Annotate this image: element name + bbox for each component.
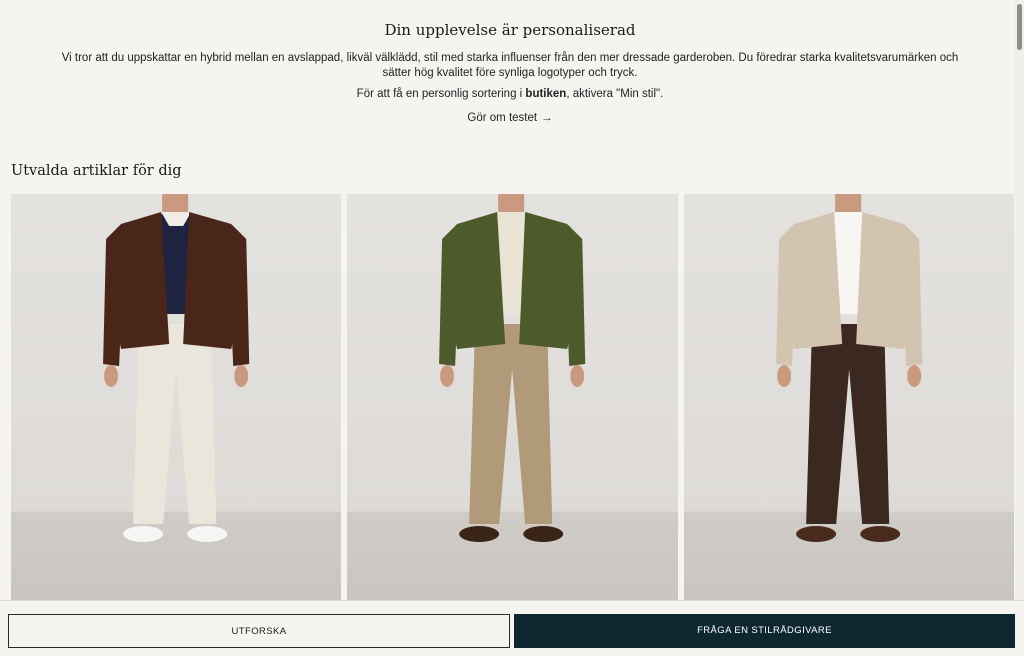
model-photo <box>775 194 922 542</box>
hand-right <box>906 365 921 387</box>
cta-shop-link[interactable]: butiken <box>525 88 566 100</box>
model-photo <box>439 194 586 542</box>
redo-test-label: Gör om testet <box>467 112 538 124</box>
scrollbar[interactable] <box>1015 0 1024 600</box>
shoe-left <box>123 526 164 542</box>
pants <box>805 324 889 524</box>
hand-right <box>234 365 249 387</box>
sleeve-right <box>901 224 922 366</box>
pants <box>133 324 217 524</box>
pants <box>469 324 553 524</box>
hand-left <box>104 365 119 387</box>
shoe-right <box>523 526 564 542</box>
product-grid <box>11 194 1014 600</box>
shoe-left <box>795 526 836 542</box>
shoe-right <box>187 526 228 542</box>
intro-description: Vi tror att du uppskattar en hybrid mell… <box>61 52 959 79</box>
hand-left <box>440 365 455 387</box>
sleeve-left <box>103 224 124 366</box>
hand-left <box>776 365 791 387</box>
redo-test-link[interactable]: Gör om testet → <box>0 112 1020 124</box>
sleeve-left <box>439 224 460 366</box>
product-card[interactable] <box>347 194 678 600</box>
product-card[interactable] <box>683 194 1014 600</box>
cta-suffix: , aktivera "Min stil". <box>566 88 664 100</box>
shoe-right <box>859 526 900 542</box>
cta-prefix: För att få en personlig sortering i <box>356 88 526 100</box>
sleeve-right <box>565 224 586 366</box>
product-card[interactable] <box>11 194 342 600</box>
intro-cta-text: För att få en personlig sortering i buti… <box>0 88 1020 100</box>
ask-stylist-button[interactable]: FRÅGA EN STILRÅDGIVARE <box>514 614 1015 648</box>
section-heading: Utvalda artiklar för dig <box>11 163 182 179</box>
model-photo <box>103 194 250 542</box>
explore-button[interactable]: UTFORSKA <box>8 614 510 648</box>
arrow-right-icon: → <box>541 112 553 124</box>
bottom-action-bar: UTFORSKA FRÅGA EN STILRÅDGIVARE <box>0 600 1024 656</box>
shoe-left <box>459 526 500 542</box>
sleeve-left <box>775 224 796 366</box>
scrollbar-thumb[interactable] <box>1017 4 1022 50</box>
hand-right <box>570 365 585 387</box>
sleeve-right <box>229 224 250 366</box>
intro-title: Din upplevelse är personaliserad <box>384 21 636 39</box>
